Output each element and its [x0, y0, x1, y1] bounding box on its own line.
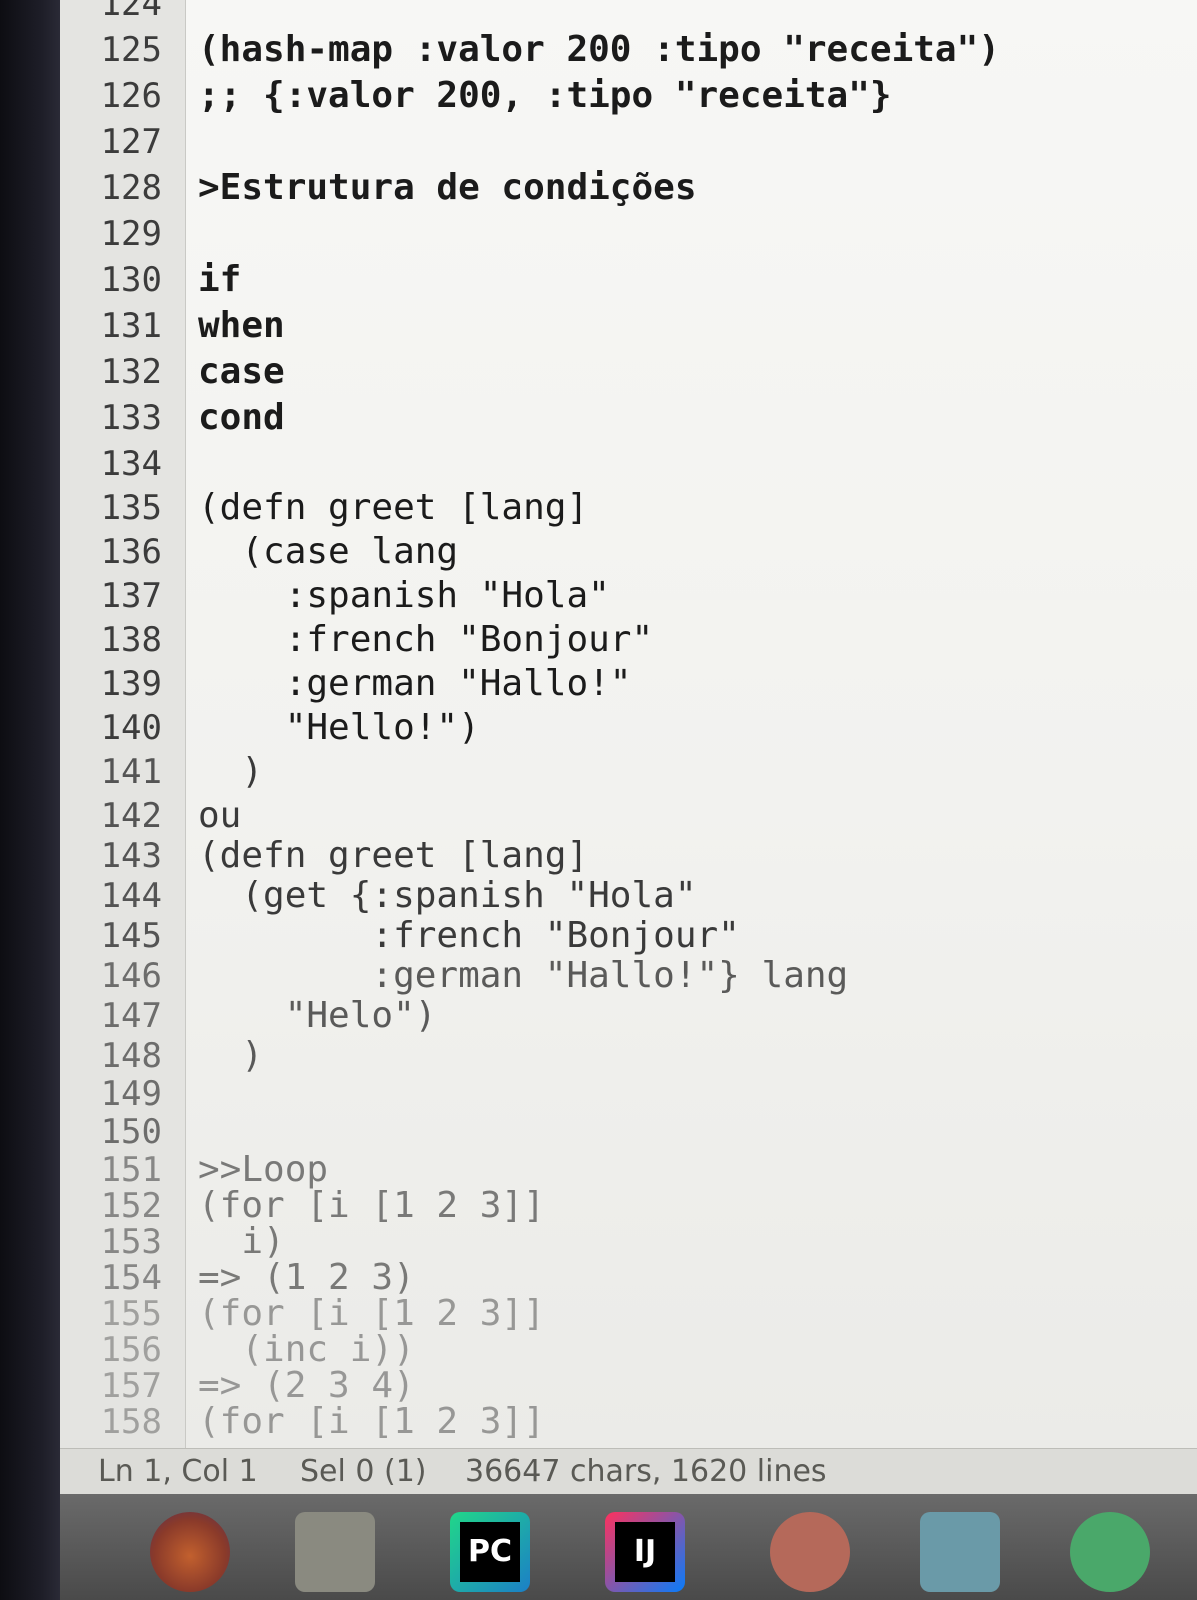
app-icon[interactable] [770, 1512, 850, 1592]
intellij-label: IJ [615, 1522, 675, 1582]
document-stats: 36647 chars, 1620 lines [465, 1454, 827, 1489]
code-text: (for [i [1 2 3]] [198, 1401, 545, 1442]
line-number: 147 [100, 996, 162, 1036]
line-number: 136 [100, 532, 162, 572]
editor-area[interactable]: 124 125 (hash-map :valor 200 :tipo "receit… [60, 0, 1197, 1448]
screen-bezel [0, 0, 60, 1600]
code-text: (defn greet [lang] [198, 487, 589, 528]
code-text: (get {:spanish "Hola" [198, 875, 697, 916]
line-number: 124 [100, 0, 162, 24]
code-line: 138 :french "Bonjour" [60, 618, 1197, 662]
line-number: 134 [100, 444, 162, 484]
line-number: 146 [100, 956, 162, 996]
pycharm-label: PC [460, 1522, 520, 1582]
code-text: "Hello!") [198, 707, 480, 748]
line-number: 130 [100, 260, 162, 300]
line-number: 141 [100, 752, 162, 792]
line-number: 125 [100, 30, 162, 70]
code-line: 143 (defn greet [lang] [60, 834, 1197, 878]
text-editor-window: 124 125 (hash-map :valor 200 :tipo "receit… [60, 0, 1197, 1600]
line-number: 127 [100, 122, 162, 162]
code-line: 139 :german "Hallo!" [60, 662, 1197, 706]
app-icon[interactable] [920, 1512, 1000, 1592]
file-manager-icon[interactable] [295, 1512, 375, 1592]
code-text: :german "Hallo!" [198, 663, 632, 704]
code-line: 137 :spanish "Hola" [60, 574, 1197, 618]
code-text: case [198, 351, 285, 392]
line-number: 137 [100, 576, 162, 616]
intellij-icon[interactable]: IJ [605, 1512, 685, 1592]
cursor-position: Ln 1, Col 1 [98, 1454, 258, 1489]
code-line: 127 [60, 120, 1197, 164]
line-number: 145 [100, 916, 162, 956]
code-line: 142 ou [60, 794, 1197, 838]
code-text: :spanish "Hola" [198, 575, 610, 616]
code-line: 133 cond [60, 396, 1197, 440]
code-line: 145 :french "Bonjour" [60, 914, 1197, 958]
firefox-icon[interactable] [150, 1512, 230, 1592]
status-bar: Ln 1, Col 1 Sel 0 (1) 36647 chars, 1620 … [60, 1448, 1197, 1495]
code-line: 130 if [60, 258, 1197, 302]
line-number: 128 [100, 168, 162, 208]
code-text: if [198, 259, 242, 300]
line-number: 143 [100, 836, 162, 876]
code-line: 129 [60, 212, 1197, 256]
code-line: 132 case [60, 350, 1197, 394]
code-text: :french "Bonjour" [198, 915, 740, 956]
code-line: 146 :german "Hallo!"} lang [60, 954, 1197, 998]
code-line: 158 (for [i [1 2 3]] [60, 1400, 1197, 1444]
app-icon[interactable] [1070, 1512, 1150, 1592]
line-number: 140 [100, 708, 162, 748]
line-number: 139 [100, 664, 162, 704]
line-number: 126 [100, 76, 162, 116]
code-text: (defn greet [lang] [198, 835, 589, 876]
line-number: 144 [100, 876, 162, 916]
pycharm-icon[interactable]: PC [450, 1512, 530, 1592]
code-text: :german "Hallo!"} lang [198, 955, 849, 996]
code-line: 144 (get {:spanish "Hola" [60, 874, 1197, 918]
line-number: 129 [100, 214, 162, 254]
taskbar: PC IJ [60, 1494, 1197, 1600]
selection-info: Sel 0 (1) [300, 1454, 427, 1489]
code-line: 134 [60, 442, 1197, 486]
line-number: 132 [100, 352, 162, 392]
line-number: 142 [100, 796, 162, 836]
code-text: >Estrutura de condições [198, 167, 697, 208]
line-number: 135 [100, 488, 162, 528]
code-line: 140 "Hello!") [60, 706, 1197, 750]
line-number: 131 [100, 306, 162, 346]
code-line: 125 (hash-map :valor 200 :tipo "receita") [60, 28, 1197, 72]
code-line: 136 (case lang [60, 530, 1197, 574]
line-number: 133 [100, 398, 162, 438]
code-text: :french "Bonjour" [198, 619, 654, 660]
code-text: ) [198, 751, 264, 792]
code-text: "Helo") [198, 995, 437, 1036]
code-line: 131 when [60, 304, 1197, 348]
code-text: cond [198, 397, 285, 438]
code-text: (case lang [198, 531, 459, 572]
code-text: (hash-map :valor 200 :tipo "receita") [198, 29, 1000, 70]
code-line: 141 ) [60, 750, 1197, 794]
code-line: 128 >Estrutura de condições [60, 166, 1197, 210]
code-line: 124 [60, 0, 1197, 26]
code-line: 147 "Helo") [60, 994, 1197, 1038]
code-text: ;; {:valor 200, :tipo "receita"} [198, 75, 892, 116]
line-number: 138 [100, 620, 162, 660]
code-text: ou [198, 795, 242, 836]
line-number: 158 [100, 1402, 162, 1442]
code-line: 135 (defn greet [lang] [60, 486, 1197, 530]
code-text: when [198, 305, 285, 346]
code-line: 126 ;; {:valor 200, :tipo "receita"} [60, 74, 1197, 118]
